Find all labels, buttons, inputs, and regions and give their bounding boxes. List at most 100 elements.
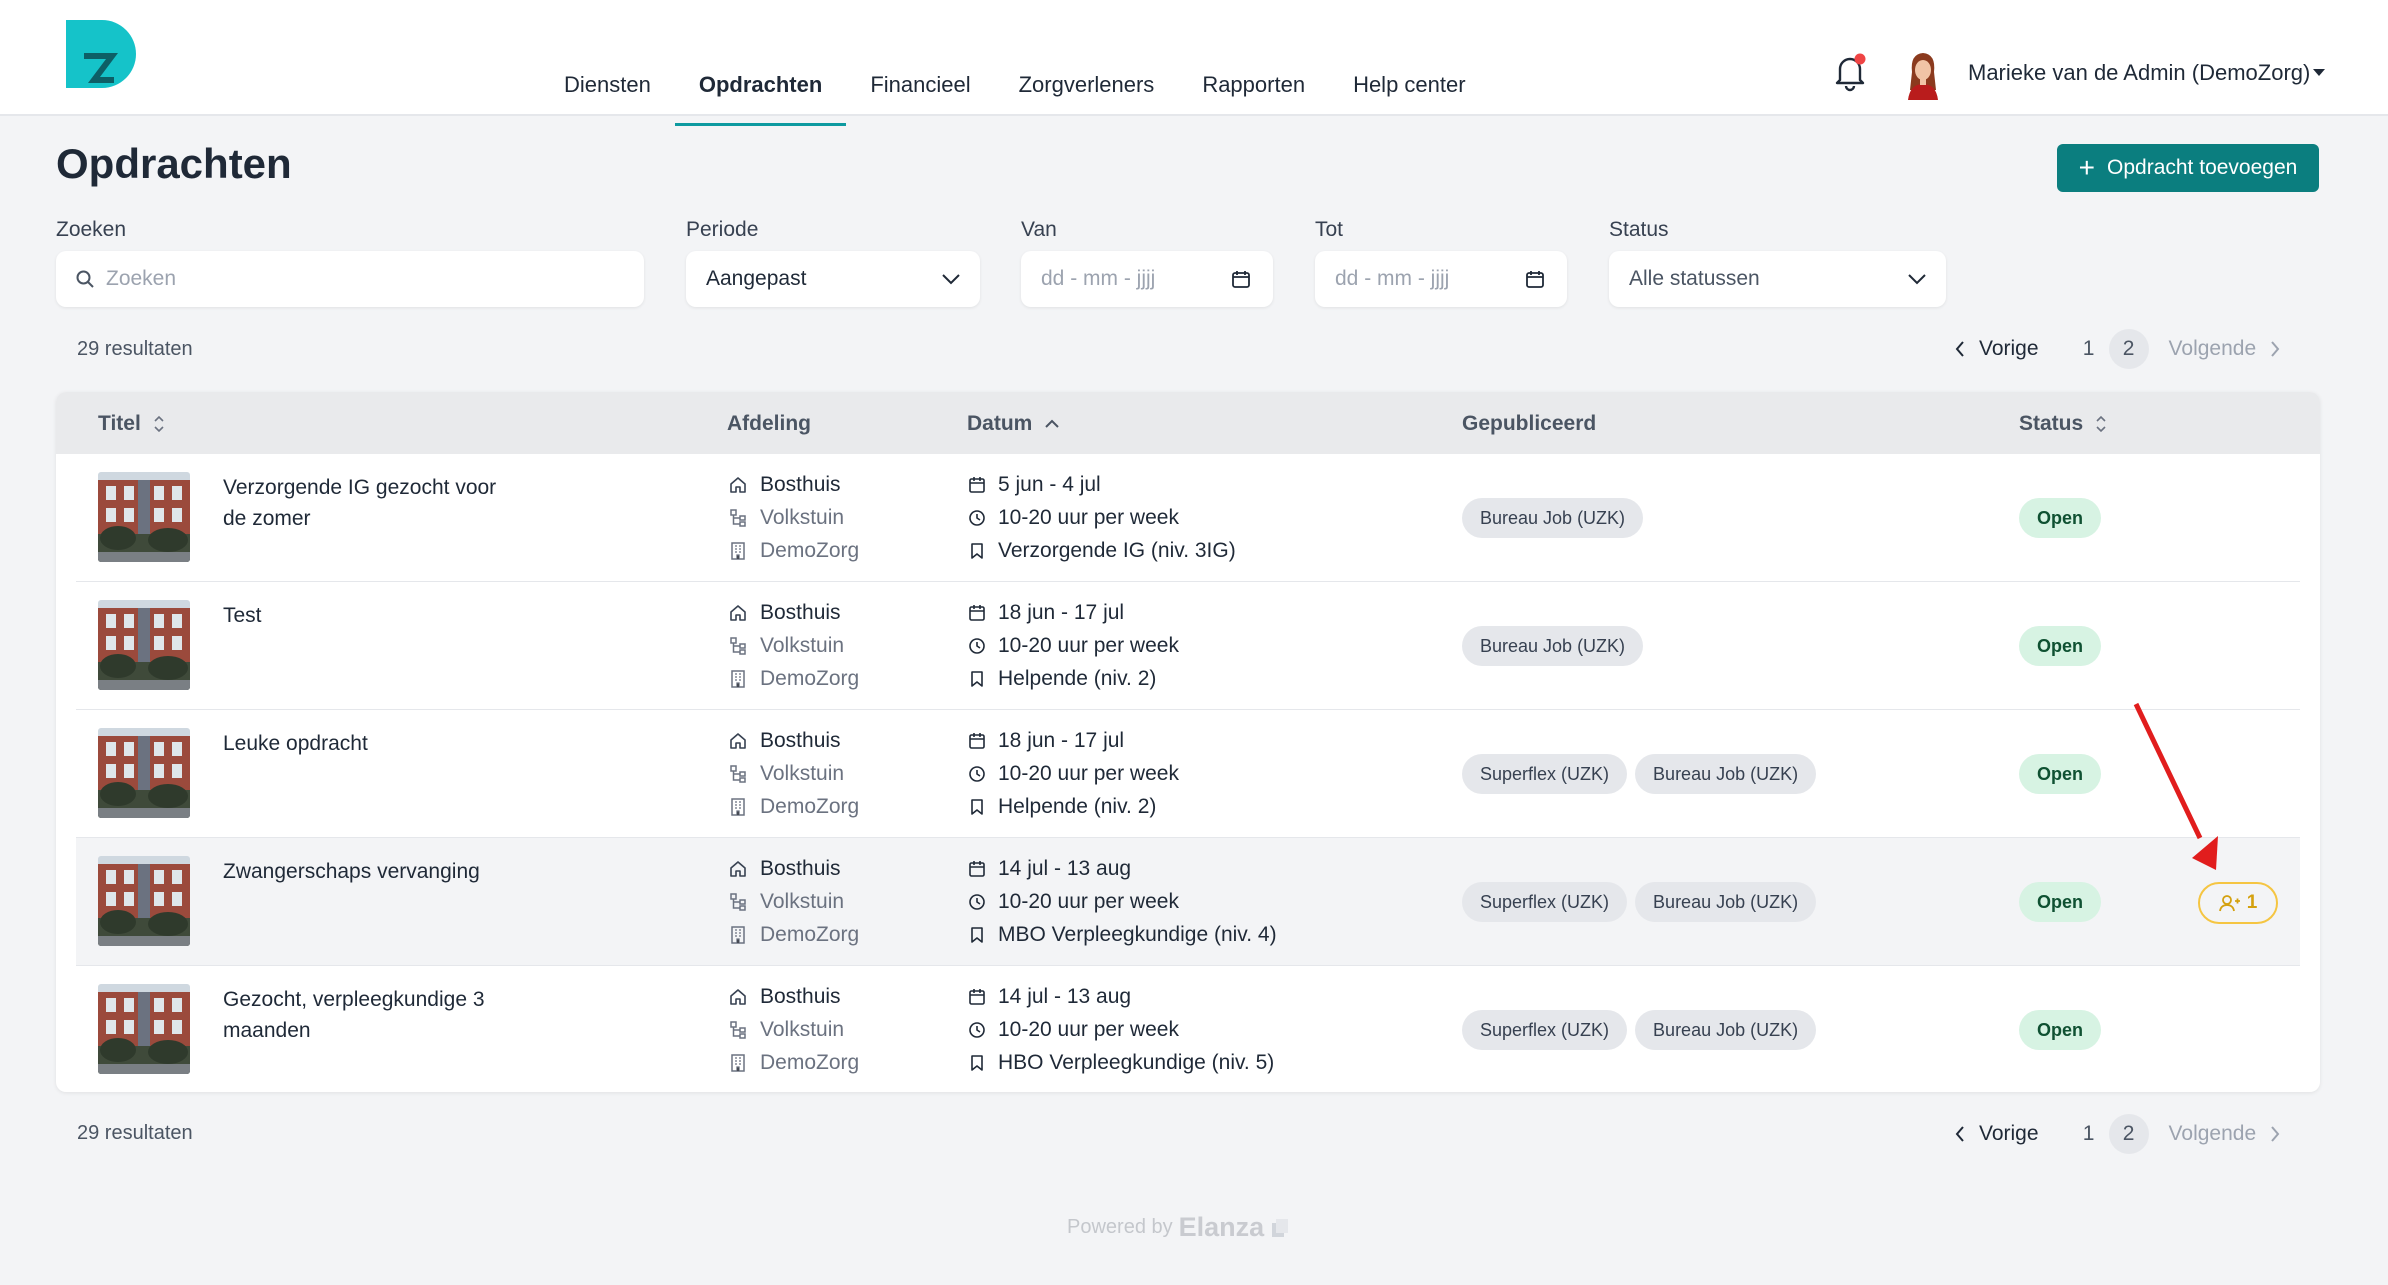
assignment-title[interactable]: Gezocht, verpleegkundige 3 maanden [223, 984, 523, 1046]
page-2-button[interactable]: 2 [2108, 1114, 2149, 1154]
assignment-thumbnail [98, 984, 190, 1074]
date-range-line: 18 jun - 17 jul [968, 596, 1179, 629]
column-title-header[interactable]: Titel [98, 412, 165, 436]
chevron-left-icon [1955, 341, 1964, 357]
chevron-down-icon [1908, 274, 1926, 285]
notification-bell-icon[interactable] [1832, 52, 1868, 92]
assignment-title[interactable]: Test [223, 600, 523, 631]
elanza-logo[interactable]: Elanza [1179, 1212, 1265, 1243]
role-line: MBO Verpleegkundige (niv. 4) [968, 918, 1277, 951]
hours-per-week: 10-20 uur per week [998, 1017, 1179, 1041]
department-name: Volkstuin [760, 1017, 845, 1041]
column-published-label: Gepubliceerd [1462, 412, 1597, 435]
page-1-button[interactable]: 1 [2069, 1114, 2109, 1154]
clock-icon [969, 765, 985, 782]
role-line: HBO Verpleegkundige (niv. 5) [968, 1046, 1274, 1079]
candidates-badge[interactable]: 1 [2198, 882, 2278, 924]
calendar-icon[interactable] [1231, 269, 1251, 289]
next-label: Volgende [2168, 337, 2257, 360]
column-status-header[interactable]: Status [2019, 412, 2107, 436]
column-date-header[interactable]: Datum [967, 412, 1060, 436]
page-2-button[interactable]: 2 [2108, 329, 2149, 369]
status-select[interactable]: Alle statussen [1609, 251, 1946, 307]
table-row[interactable]: Gezocht, verpleegkundige 3 maanden Bosthu… [76, 966, 2300, 1092]
to-date-input[interactable]: dd - mm - jjjj [1315, 251, 1567, 307]
table-row[interactable]: Test Bosthuis Volkstuin DemoZorg 18 jun - 17… [76, 582, 2300, 710]
status-filter-value: Alle statussen [1629, 267, 1760, 290]
previous-page-button[interactable]: Vorige [1955, 337, 2039, 361]
period-value: Aangepast [706, 267, 807, 290]
organization-name: DemoZorg [760, 922, 860, 946]
home-icon [730, 604, 746, 621]
hours-line: 10-20 uur per week [968, 1013, 1274, 1046]
status-badge: Open [2019, 626, 2102, 666]
from-date-input[interactable]: dd - mm - jjjj [1021, 251, 1273, 307]
department-name: Volkstuin [760, 505, 845, 529]
assignment-title[interactable]: Zwangerschaps vervanging [223, 856, 523, 887]
building-icon [731, 669, 745, 688]
location-line: Bosthuis [728, 468, 859, 501]
hours-per-week: 10-20 uur per week [998, 633, 1179, 657]
date-range-line: 14 jul - 13 aug [968, 852, 1277, 885]
nav-opdrachten[interactable]: Opdrachten [674, 60, 847, 126]
chevron-down-icon[interactable] [2312, 68, 2326, 78]
department-cell: Bosthuis Volkstuin DemoZorg [728, 980, 859, 1079]
department-tree-icon [730, 508, 746, 527]
nav-help-center[interactable]: Help center [1329, 60, 1490, 124]
previous-label: Vorige [1979, 337, 2039, 360]
app-logo-icon[interactable] [64, 20, 140, 90]
bookmark-icon [971, 926, 983, 943]
previous-page-button[interactable]: Vorige [1955, 1122, 2039, 1146]
date-cell: 18 jun - 17 jul 10-20 uur per week Helpend… [968, 596, 1179, 695]
assignment-title[interactable]: Verzorgende IG gezocht voor de zomer [223, 472, 523, 534]
department-line: Volkstuin [728, 501, 859, 534]
add-assignment-button[interactable]: + Opdracht toevoegen [2057, 144, 2319, 192]
department-cell: Bosthuis Volkstuin DemoZorg [728, 852, 859, 951]
top-navigation-bar: Diensten Opdrachten Financieel Zorgverle… [0, 0, 2388, 126]
nav-financieel[interactable]: Financieel [846, 60, 994, 124]
nav-rapporten[interactable]: Rapporten [1178, 60, 1329, 124]
organization-name: DemoZorg [760, 538, 860, 562]
column-status-label: Status [2019, 412, 2084, 435]
department-line: Volkstuin [728, 757, 859, 790]
table-row[interactable]: Leuke opdracht Bosthuis Volkstuin DemoZorg 1… [76, 710, 2300, 838]
to-date-placeholder: dd - mm - jjjj [1335, 267, 1450, 290]
powered-by: Powered by Elanza [1067, 1212, 1290, 1243]
clock-icon [969, 893, 985, 910]
user-avatar[interactable] [1904, 50, 1942, 100]
published-channel-tag: Superflex (UZK) [1462, 882, 1628, 922]
table-row[interactable]: Verzorgende IG gezocht voor de zomer Bost… [76, 454, 2300, 582]
nav-zorgverleners[interactable]: Zorgverleners [995, 60, 1179, 124]
status-badge: Open [2019, 882, 2102, 922]
period-select[interactable]: Aangepast [686, 251, 980, 307]
user-name[interactable]: Marieke van de Admin (DemoZorg) [1968, 60, 2310, 86]
main-nav: Diensten Opdrachten Financieel Zorgverle… [540, 60, 1490, 126]
calendar-icon[interactable] [1525, 269, 1545, 289]
assignment-title[interactable]: Leuke opdracht [223, 728, 523, 759]
bookmark-icon [971, 798, 983, 815]
date-cell: 5 jun - 4 jul 10-20 uur per week Verzorgen… [968, 468, 1236, 567]
from-label: Van [1021, 218, 1057, 241]
published-tags: Superflex (UZK) Bureau Job (UZK) [1462, 882, 1817, 922]
chevron-right-icon [2271, 1126, 2280, 1142]
nav-diensten[interactable]: Diensten [540, 60, 675, 124]
next-page-button[interactable]: Volgende [2169, 1122, 2281, 1146]
published-channel-tag: Bureau Job (UZK) [1462, 626, 1644, 666]
calendar-icon [969, 988, 985, 1005]
page-1-button[interactable]: 1 [2069, 329, 2109, 369]
search-input[interactable]: Zoeken [56, 251, 644, 307]
location-name: Bosthuis [760, 728, 841, 752]
date-range: 5 jun - 4 jul [998, 472, 1101, 496]
powered-by-text: Powered by [1067, 1216, 1173, 1238]
search-label: Zoeken [56, 218, 127, 241]
department-line: Volkstuin [728, 629, 859, 662]
published-tags: Bureau Job (UZK) [1462, 626, 1644, 666]
search-placeholder: Zoeken [106, 267, 177, 290]
location-line: Bosthuis [728, 852, 859, 885]
home-icon [730, 732, 746, 749]
next-page-button[interactable]: Volgende [2169, 337, 2281, 361]
organization-name: DemoZorg [760, 666, 860, 690]
bookmark-icon [971, 670, 983, 687]
department-name: Volkstuin [760, 761, 845, 785]
table-row[interactable]: Zwangerschaps vervanging Bosthuis Volkstui… [76, 838, 2300, 966]
